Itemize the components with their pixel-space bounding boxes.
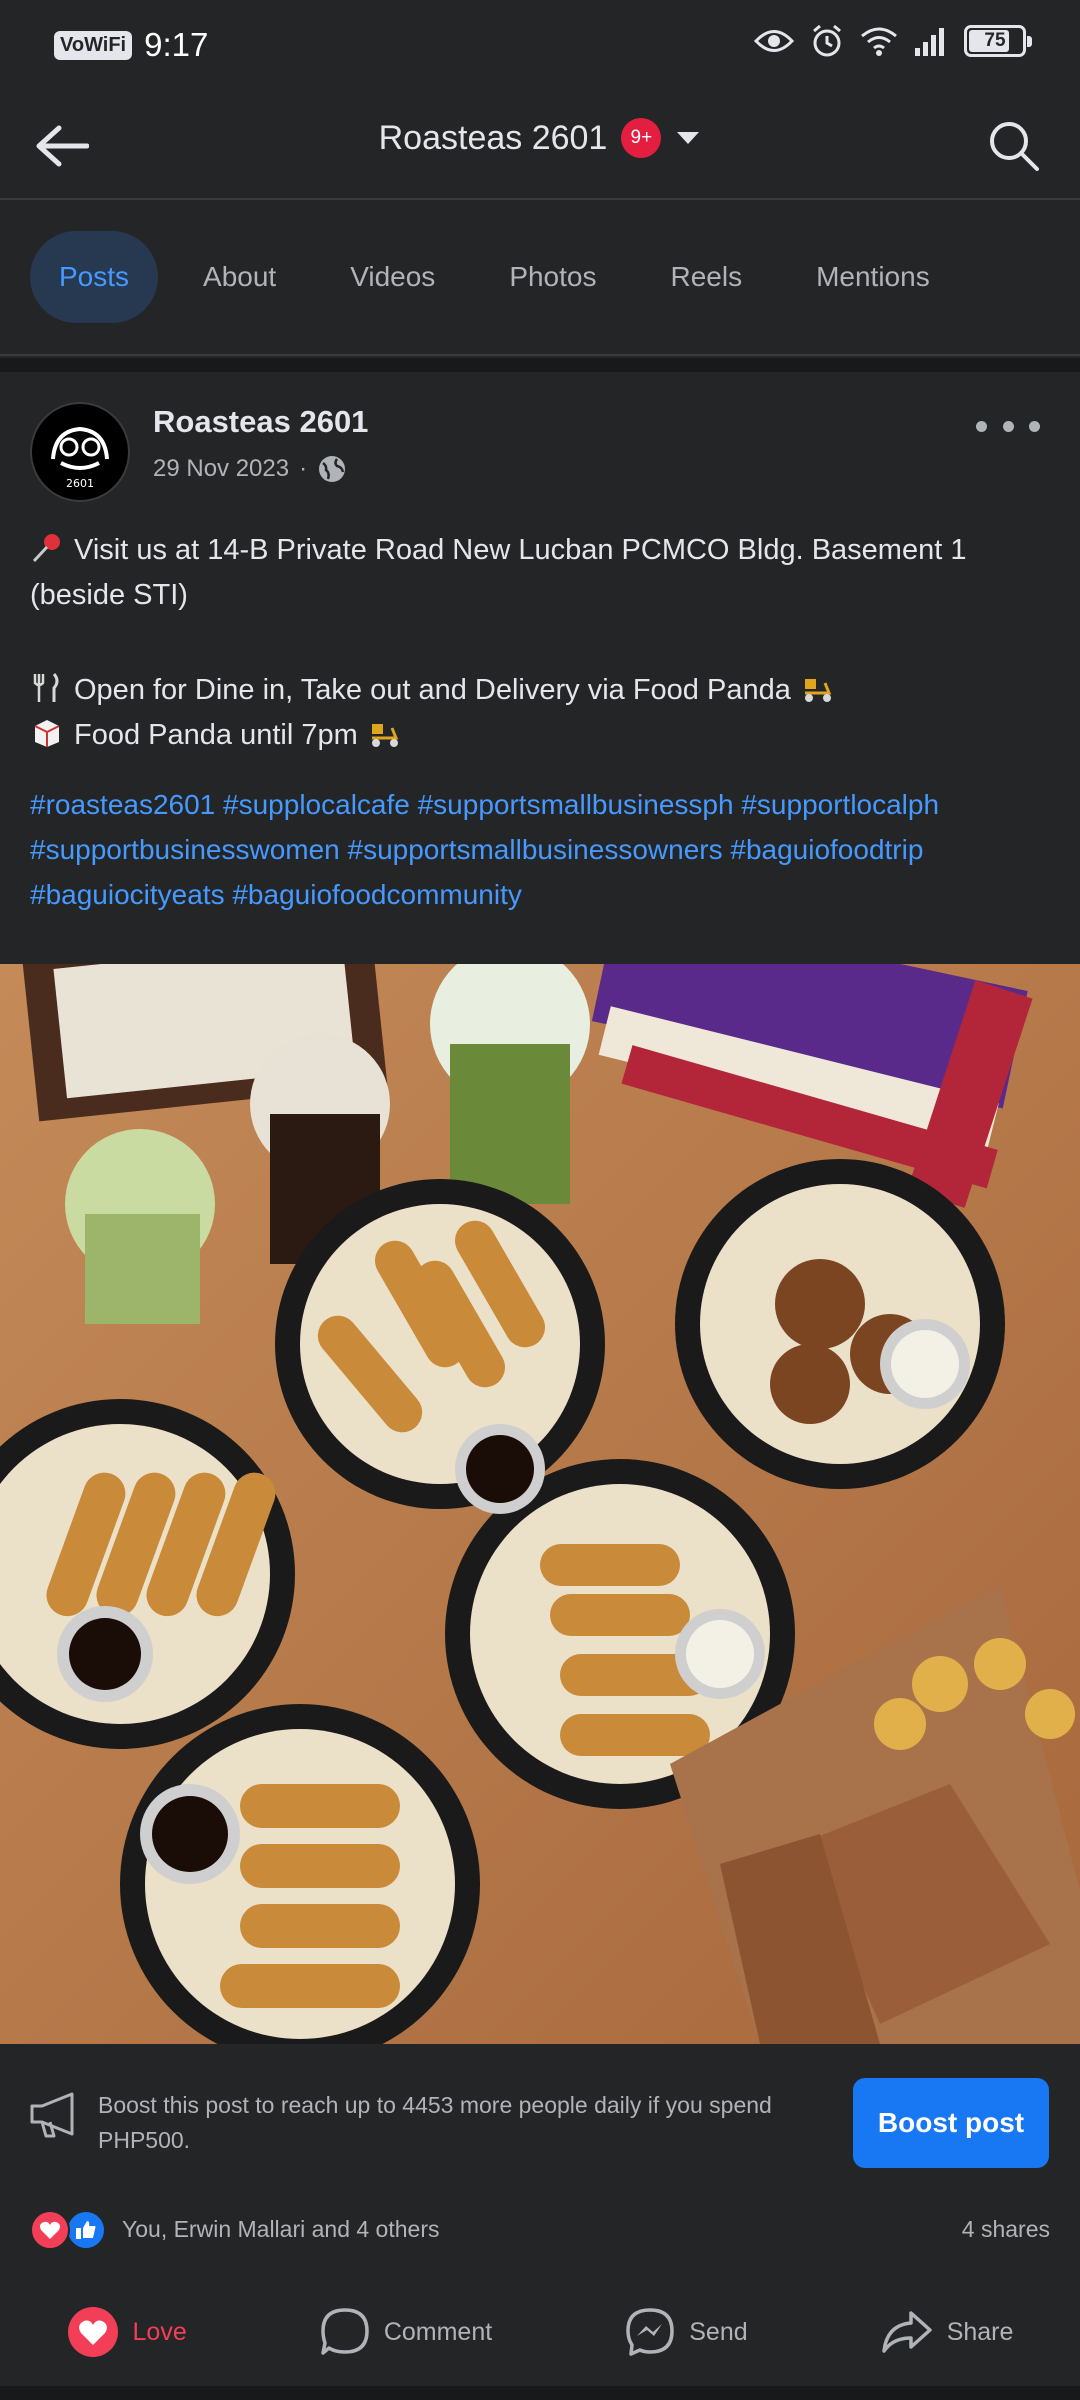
tab-photos[interactable]: Photos bbox=[480, 231, 625, 323]
eye-icon bbox=[754, 30, 794, 52]
bottom-divider bbox=[0, 2386, 1080, 2400]
boost-post-button[interactable]: Boost post bbox=[853, 2078, 1049, 2168]
tab-reels[interactable]: Reels bbox=[641, 231, 771, 323]
tab-mentions[interactable]: Mentions bbox=[787, 231, 959, 323]
post-line-address: Visit us at 14-B Private Road New Lucban… bbox=[30, 534, 967, 611]
send-button[interactable]: Send bbox=[625, 2307, 748, 2357]
post-text: Visit us at 14-B Private Road New Lucban… bbox=[30, 528, 1060, 917]
more-dot-icon bbox=[1029, 420, 1040, 432]
notification-badge: 9+ bbox=[621, 118, 662, 158]
signal-icon bbox=[915, 28, 944, 56]
post-hashtags[interactable]: #roasteas2601 #supplocalcafe #supportsma… bbox=[30, 782, 1060, 917]
tab-about[interactable]: About bbox=[174, 231, 305, 323]
post-author[interactable]: Roasteas 2601 bbox=[153, 404, 368, 440]
post-line-services: Open for Dine in, Take out and Delivery … bbox=[74, 674, 791, 706]
love-reaction-icon bbox=[30, 2210, 70, 2250]
avatar[interactable]: 2601 bbox=[30, 402, 130, 502]
tab-posts[interactable]: Posts bbox=[30, 231, 159, 323]
post-meta: 29 Nov 2023 · bbox=[153, 454, 347, 484]
globe-icon bbox=[319, 456, 346, 482]
like-reaction-icon bbox=[66, 2210, 106, 2250]
send-label: Send bbox=[689, 2317, 748, 2346]
page-header: Roasteas 2601 9+ bbox=[0, 92, 1080, 200]
status-bar: VoWiFi 9:17 75 bbox=[0, 0, 1080, 92]
delivery-scooter-icon bbox=[371, 724, 398, 747]
fork-knife-icon bbox=[33, 673, 59, 702]
wifi-icon bbox=[861, 27, 897, 56]
messenger-icon bbox=[626, 2308, 674, 2356]
caret-down-icon bbox=[677, 132, 700, 144]
heart-icon bbox=[67, 2307, 118, 2357]
boost-section: Boost this post to reach up to 4453 more… bbox=[0, 2044, 1080, 2204]
more-dot-icon bbox=[1002, 420, 1014, 432]
post-actions: Love Comment Send Share bbox=[0, 2282, 1080, 2382]
page-title: Roasteas 2601 bbox=[378, 118, 608, 157]
more-options-button[interactable] bbox=[976, 414, 1040, 438]
share-label: Share bbox=[946, 2317, 1014, 2346]
comment-icon bbox=[321, 2308, 369, 2355]
shares-count[interactable]: 4 shares bbox=[962, 2216, 1050, 2243]
comment-label: Comment bbox=[383, 2317, 493, 2346]
pushpin-icon bbox=[32, 534, 60, 563]
megaphone-icon bbox=[30, 2092, 74, 2138]
love-button[interactable]: Love bbox=[67, 2306, 187, 2358]
delivery-scooter-icon bbox=[804, 679, 832, 702]
status-time: 9:17 bbox=[144, 26, 209, 63]
post-header: 2601 Roasteas 2601 29 Nov 2023 · bbox=[0, 372, 1080, 502]
meta-separator: · bbox=[299, 455, 308, 482]
battery-indicator: 75 bbox=[964, 25, 1032, 57]
section-divider bbox=[0, 358, 1080, 372]
alarm-icon bbox=[813, 24, 841, 57]
love-label: Love bbox=[132, 2317, 187, 2346]
tab-videos[interactable]: Videos bbox=[321, 231, 464, 323]
more-dot-icon bbox=[976, 420, 987, 432]
reactions-summary[interactable]: You, Erwin Mallari and 4 others 4 shares bbox=[0, 2204, 1080, 2268]
food-photo-illustration bbox=[0, 964, 1080, 2044]
vowifi-badge: VoWiFi bbox=[54, 30, 133, 60]
page-tabs: Posts About Videos Photos Reels Mentions bbox=[0, 200, 1080, 356]
takeout-box-icon bbox=[34, 720, 60, 747]
page-title-dropdown[interactable]: Roasteas 2601 9+ bbox=[0, 118, 1080, 158]
share-button[interactable]: Share bbox=[881, 2310, 1014, 2354]
comment-button[interactable]: Comment bbox=[320, 2307, 492, 2357]
roasteas-logo: 2601 bbox=[51, 426, 109, 490]
post-line-foodpanda: Food Panda until 7pm bbox=[74, 719, 358, 751]
search-button[interactable] bbox=[982, 114, 1046, 178]
search-icon bbox=[990, 122, 1039, 171]
avatar-text: 2601 bbox=[66, 477, 94, 490]
reactions-text: You, Erwin Mallari and 4 others bbox=[122, 2216, 440, 2242]
post-photo[interactable] bbox=[0, 964, 1080, 2044]
boost-description: Boost this post to reach up to 4453 more… bbox=[98, 2092, 772, 2153]
post-date[interactable]: 29 Nov 2023 bbox=[153, 455, 289, 483]
share-arrow-icon bbox=[881, 2311, 932, 2353]
